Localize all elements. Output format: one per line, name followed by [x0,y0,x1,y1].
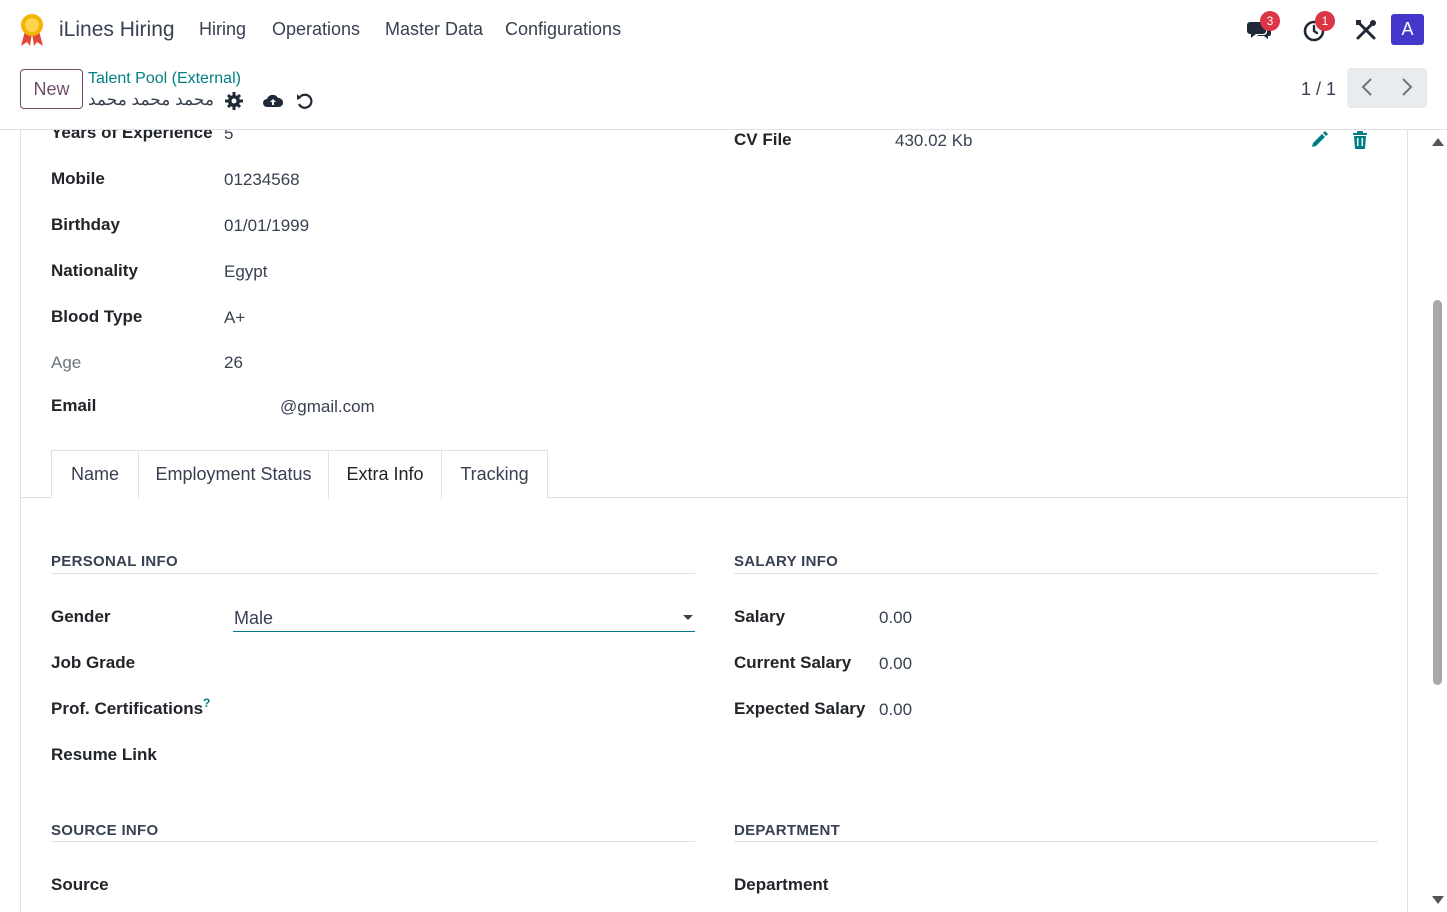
value-mobile[interactable]: 01234568 [224,170,300,190]
value-salary[interactable]: 0.00 [879,608,912,628]
value-expected-salary[interactable]: 0.00 [879,700,912,720]
user-avatar[interactable]: A [1391,14,1424,45]
scrollbar-thumb[interactable] [1433,300,1442,685]
value-blood-type[interactable]: A+ [224,308,245,328]
label-blood-type: Blood Type [51,307,143,326]
pencil-icon[interactable] [1310,131,1328,149]
discard-icon[interactable] [295,91,315,111]
value-birthday[interactable]: 01/01/1999 [224,216,309,236]
top-navbar: iLines Hiring Hiring Operations Master D… [0,0,1447,60]
label-cv-file: CV File [734,130,792,149]
tab-tracking[interactable]: Tracking [441,450,548,498]
label-department: Department [734,875,829,894]
chevron-left-icon [1361,77,1372,96]
tools-icon [1356,20,1376,40]
record-name: محمد محمد محمد [88,90,214,109]
caret-down-icon [683,615,693,620]
messages-button[interactable]: 3 [1247,11,1280,43]
label-resume-link: Resume Link [51,745,157,764]
new-button[interactable]: New [20,69,83,109]
app-title[interactable]: iLines Hiring [59,18,175,42]
label-prof-certifications: Prof. Certifications [51,699,204,718]
salary-info-title: SALARY INFO [734,553,839,570]
help-tooltip-icon[interactable]: ? [203,696,210,710]
personal-info-title: PERSONAL INFO [51,553,178,570]
gender-select[interactable]: Male [233,604,695,632]
vertical-scrollbar[interactable] [1429,130,1447,912]
menu-operations[interactable]: Operations [272,19,360,40]
trash-icon[interactable] [1352,131,1368,149]
messages-badge: 3 [1260,11,1280,31]
label-age: Age [51,353,82,372]
value-current-salary[interactable]: 0.00 [879,654,912,674]
scroll-down-arrow-icon[interactable] [1432,896,1444,904]
label-salary: Salary [734,607,786,626]
personal-info-divider [51,573,695,574]
pager-next-button[interactable] [1387,68,1427,108]
salary-info-divider [734,573,1378,574]
chevron-right-icon [1402,77,1413,96]
label-gender: Gender [51,607,111,626]
label-expected-salary: Expected Salary [734,699,866,718]
activities-badge: 1 [1315,11,1335,31]
app-logo-icon[interactable] [18,13,46,47]
department-title: DEPARTMENT [734,822,841,839]
label-birthday: Birthday [51,215,120,234]
debug-tools-button[interactable] [1353,17,1379,43]
pager-previous-button[interactable] [1347,68,1387,108]
menu-hiring[interactable]: Hiring [199,19,246,40]
gear-icon[interactable] [224,91,244,111]
form-sheet: Years of Experience 5 Mobile 01234568 Bi… [20,130,1408,912]
value-years-experience[interactable]: 5 [224,130,233,144]
label-email: Email [51,396,97,415]
tab-extra-info[interactable]: Extra Info [328,450,442,499]
tab-employment-status[interactable]: Employment Status [138,450,329,498]
tab-name[interactable]: Name [51,450,139,498]
label-years-experience: Years of Experience [51,130,213,142]
source-info-title: SOURCE INFO [51,822,159,839]
breadcrumb-talent-pool[interactable]: Talent Pool (External) [88,70,241,88]
value-age: 26 [224,353,243,372]
cloud-upload-icon[interactable] [262,91,284,111]
label-mobile: Mobile [51,169,105,188]
department-divider [734,841,1378,842]
label-nationality: Nationality [51,261,138,280]
value-cv-file[interactable]: 430.02 Kb [895,131,973,151]
value-email[interactable]: @gmail.com [280,397,375,417]
gender-select-value: Male [234,608,274,628]
label-job-grade: Job Grade [51,653,136,672]
activities-button[interactable]: 1 [1302,11,1335,43]
source-info-divider [51,841,695,842]
value-nationality[interactable]: Egypt [224,262,267,282]
menu-configurations[interactable]: Configurations [505,19,621,40]
pager-value[interactable]: 1 / 1 [1301,79,1336,100]
label-current-salary: Current Salary [734,653,852,672]
label-source: Source [51,875,109,894]
menu-master-data[interactable]: Master Data [385,19,483,40]
scroll-up-arrow-icon[interactable] [1432,138,1444,146]
